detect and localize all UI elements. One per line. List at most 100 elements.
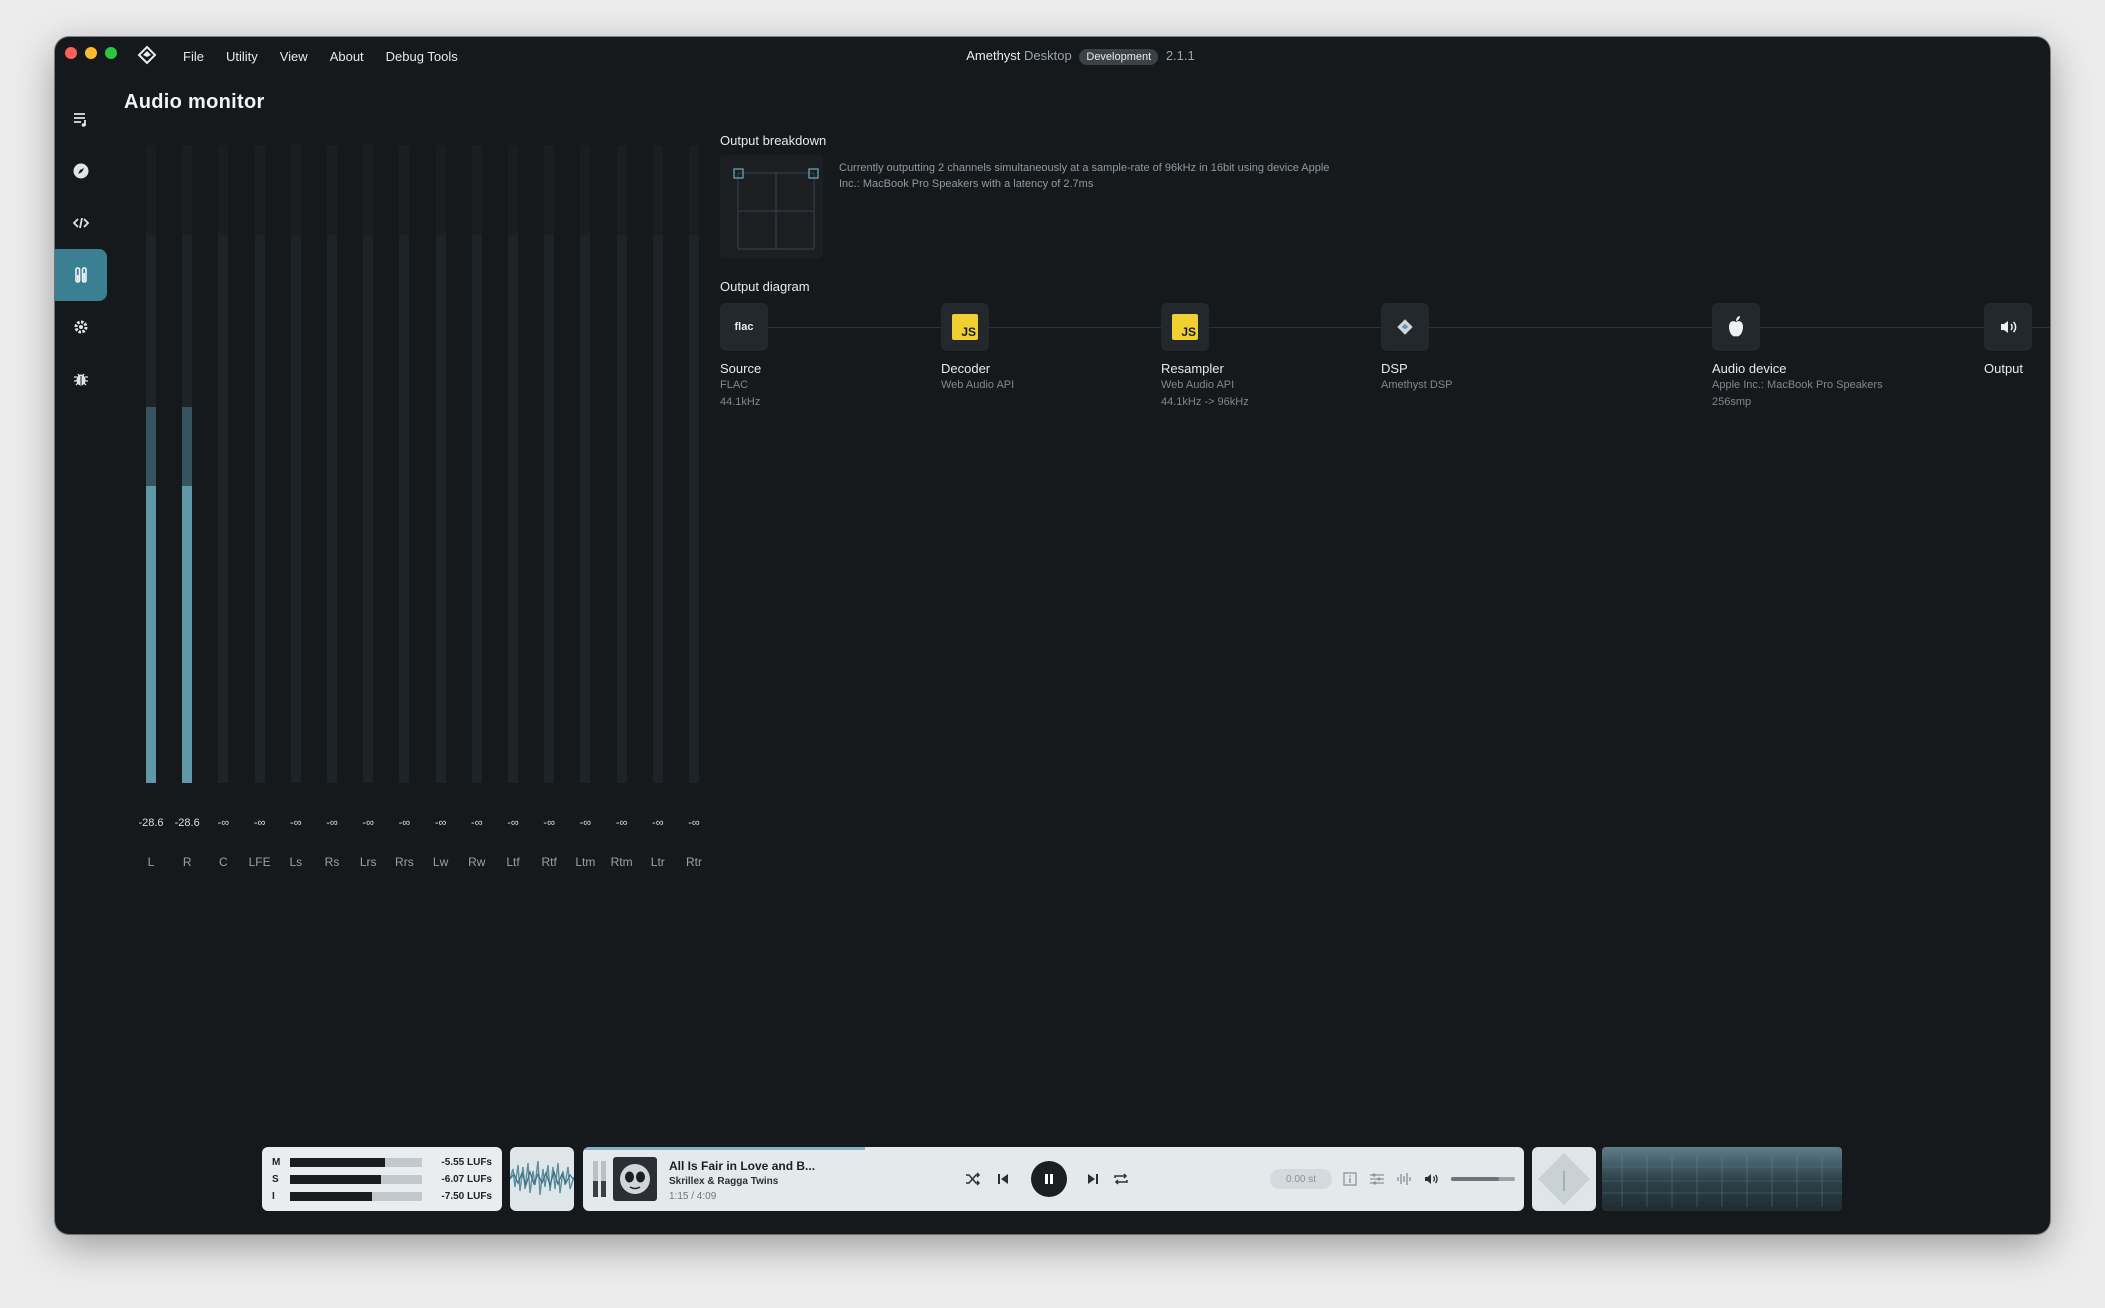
node-subtitle: Amethyst DSP bbox=[1381, 379, 1453, 391]
speaker-output-icon bbox=[2001, 321, 2017, 333]
build-badge: Development bbox=[1079, 49, 1159, 65]
meter-headroom bbox=[616, 145, 627, 235]
meter-level bbox=[182, 486, 193, 783]
meter-headroom bbox=[218, 145, 229, 235]
waveform-visualizer[interactable] bbox=[510, 1147, 574, 1211]
channel-meter-ltm bbox=[580, 145, 591, 783]
meter-headroom bbox=[146, 145, 156, 235]
apple-logo-icon bbox=[1729, 316, 1743, 337]
pause-button[interactable] bbox=[1031, 1161, 1067, 1197]
node-title: Source bbox=[720, 361, 762, 376]
skip-previous-icon bbox=[998, 1174, 1008, 1184]
meter-value: -∞ bbox=[362, 817, 374, 829]
info-icon bbox=[1343, 1172, 1357, 1186]
meter-channel-label: Rs bbox=[324, 855, 340, 869]
js-badge: JS bbox=[952, 314, 978, 340]
volume-slider-fill bbox=[1451, 1177, 1499, 1181]
node-subtitle: Apple Inc.: MacBook Pro Speakers bbox=[1712, 379, 1883, 391]
meter-headroom bbox=[471, 145, 482, 235]
playback-progress[interactable] bbox=[583, 1147, 866, 1150]
meter-value: -∞ bbox=[579, 817, 592, 829]
meter-value: -∞ bbox=[217, 817, 230, 829]
queue-icon bbox=[74, 113, 86, 127]
album-art-icon bbox=[620, 1164, 650, 1194]
node-title: Output bbox=[1984, 361, 2024, 376]
app-version: 2.1.1 bbox=[1165, 48, 1195, 63]
meter-channel-label: Rtr bbox=[686, 855, 702, 869]
visualizer-button[interactable] bbox=[1394, 1169, 1414, 1189]
sidebar-item-discover[interactable] bbox=[55, 145, 107, 197]
pitch-gain-control[interactable]: 0.00 st bbox=[1270, 1169, 1332, 1189]
channel-meter-lw bbox=[435, 145, 446, 783]
sidebar-item-audio-monitor[interactable] bbox=[55, 249, 107, 301]
sidebar-item-settings[interactable] bbox=[55, 301, 107, 353]
meter-value: -∞ bbox=[290, 817, 302, 829]
meter-headroom bbox=[508, 145, 518, 235]
channel-meter-r bbox=[182, 145, 193, 783]
node-detail: 44.1kHz bbox=[720, 396, 761, 408]
compass-icon bbox=[73, 163, 89, 179]
loudness-value: -6.07 LUFs bbox=[441, 1173, 492, 1185]
loudness-key: S bbox=[272, 1173, 279, 1185]
output-diagram-label: Output diagram bbox=[720, 279, 810, 294]
meter-value: -∞ bbox=[652, 817, 664, 829]
meter-headroom bbox=[363, 145, 374, 235]
meter-headroom bbox=[544, 145, 555, 235]
repeat-button[interactable] bbox=[1111, 1169, 1131, 1189]
album-cover[interactable] bbox=[613, 1157, 657, 1201]
spectrogram-visualizer[interactable] bbox=[1602, 1147, 1842, 1211]
track-title[interactable]: All Is Fair in Love and B... bbox=[669, 1159, 815, 1173]
meter-value: -∞ bbox=[688, 817, 700, 829]
output-breakdown-label: Output breakdown bbox=[720, 133, 827, 148]
volume-slider[interactable] bbox=[1451, 1177, 1515, 1181]
app-suffix: Desktop bbox=[1024, 48, 1072, 63]
diamond-visualizer[interactable] bbox=[1532, 1147, 1596, 1211]
meter-headroom bbox=[327, 145, 337, 235]
node-title: DSP bbox=[1381, 361, 1408, 376]
sidebar-item-dev[interactable] bbox=[55, 197, 107, 249]
meter-value: -∞ bbox=[326, 817, 338, 829]
meter-value: -∞ bbox=[434, 817, 447, 829]
page-title: Audio monitor bbox=[124, 91, 265, 113]
app-name: Amethyst bbox=[966, 48, 1021, 63]
sidebar-item-debug[interactable] bbox=[55, 353, 107, 405]
loudness-row-short-term: S -6.07 LUFs bbox=[272, 1171, 497, 1187]
previous-button[interactable] bbox=[993, 1169, 1013, 1189]
meter-value: -28.6 bbox=[174, 817, 200, 829]
info-button[interactable] bbox=[1340, 1169, 1360, 1189]
loudness-value: -7.50 LUFs bbox=[441, 1190, 492, 1202]
equalizer-button[interactable] bbox=[1367, 1169, 1387, 1189]
meter-channel-label: R bbox=[182, 855, 192, 869]
meter-value: -∞ bbox=[253, 817, 266, 829]
meter-headroom bbox=[652, 145, 663, 235]
track-artist[interactable]: Skrillex & Ragga Twins bbox=[669, 1176, 778, 1187]
node-detail: 256smp bbox=[1712, 396, 1752, 408]
sidebar bbox=[55, 93, 107, 405]
meter-value: -∞ bbox=[615, 817, 628, 829]
next-button[interactable] bbox=[1083, 1169, 1103, 1189]
mute-button[interactable] bbox=[1421, 1169, 1441, 1189]
sidebar-item-queue[interactable] bbox=[55, 93, 107, 145]
channel-meter-c bbox=[218, 145, 229, 783]
meter-value: -∞ bbox=[507, 817, 519, 829]
diagram-node-decoder: JS Decoder Web Audio API bbox=[941, 303, 1014, 393]
title-bar: File Utility View About Debug Tools Amet… bbox=[55, 37, 2050, 79]
meter-channel-label: Rw bbox=[468, 855, 486, 869]
repeat-icon bbox=[1114, 1173, 1128, 1185]
channel-meter-rtr bbox=[689, 145, 699, 783]
player-bar: M -5.55 LUFs S -6.07 LUFs I -7.50 LUFs A… bbox=[55, 1147, 2050, 1217]
flac-icon: flac bbox=[720, 303, 768, 351]
meter-headroom bbox=[399, 145, 410, 235]
channel-meter-l bbox=[146, 145, 156, 783]
now-playing-panel: All Is Fair in Love and B... Skrillex & … bbox=[583, 1147, 1524, 1211]
loudness-bar-fill bbox=[290, 1191, 372, 1201]
diagram-node-dsp: DSP Amethyst DSP bbox=[1381, 303, 1453, 393]
skip-next-icon bbox=[1088, 1174, 1098, 1184]
shuffle-button[interactable] bbox=[963, 1169, 983, 1189]
channel-meter-lrs bbox=[363, 145, 374, 783]
meter-channel-label: LFE bbox=[248, 855, 271, 869]
meter-channel-label: Rtm bbox=[610, 855, 633, 869]
meter-value: -∞ bbox=[471, 817, 483, 829]
meter-channel-label: Rtf bbox=[541, 855, 557, 869]
channel-meters: -28.6 L -28.6 R -∞ C -∞ LFE -∞ Ls -∞ Rs -∞ Lrs -∞ Rrs -∞… bbox=[138, 145, 738, 905]
